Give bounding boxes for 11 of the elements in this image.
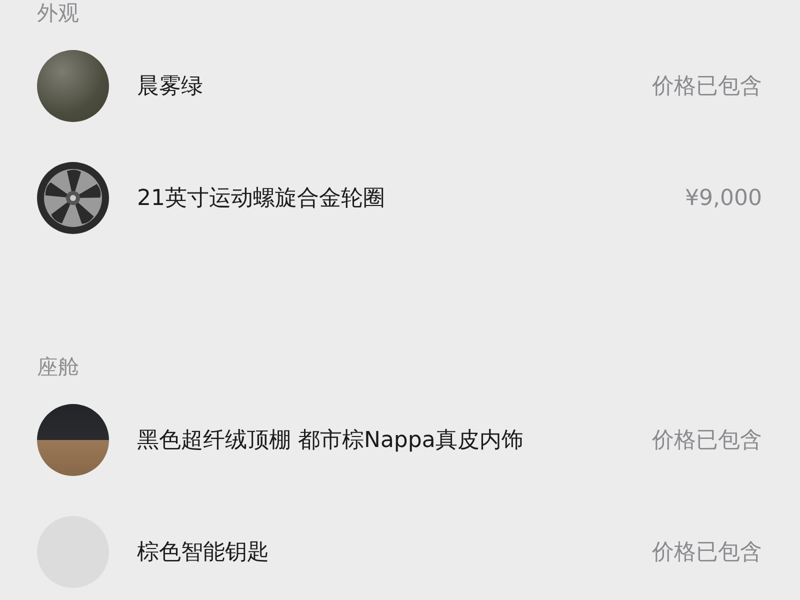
option-name: 棕色智能钥匙 <box>137 539 270 567</box>
wheel-icon <box>37 162 109 234</box>
option-price: ¥9,000 <box>685 186 762 210</box>
section-heading: 座舱 <box>37 354 80 380</box>
option-name: 21英寸运动螺旋合金轮圈 <box>137 185 386 213</box>
option-name: 晨雾绿 <box>137 73 204 101</box>
option-price: 价格已包含 <box>652 73 762 101</box>
option-price: 价格已包含 <box>652 427 762 455</box>
option-name: 黑色超纤绒顶棚 都市棕Nappa真皮内饰 <box>137 427 524 455</box>
option-price: 价格已包含 <box>652 539 762 567</box>
section-heading: 外观 <box>37 0 80 26</box>
